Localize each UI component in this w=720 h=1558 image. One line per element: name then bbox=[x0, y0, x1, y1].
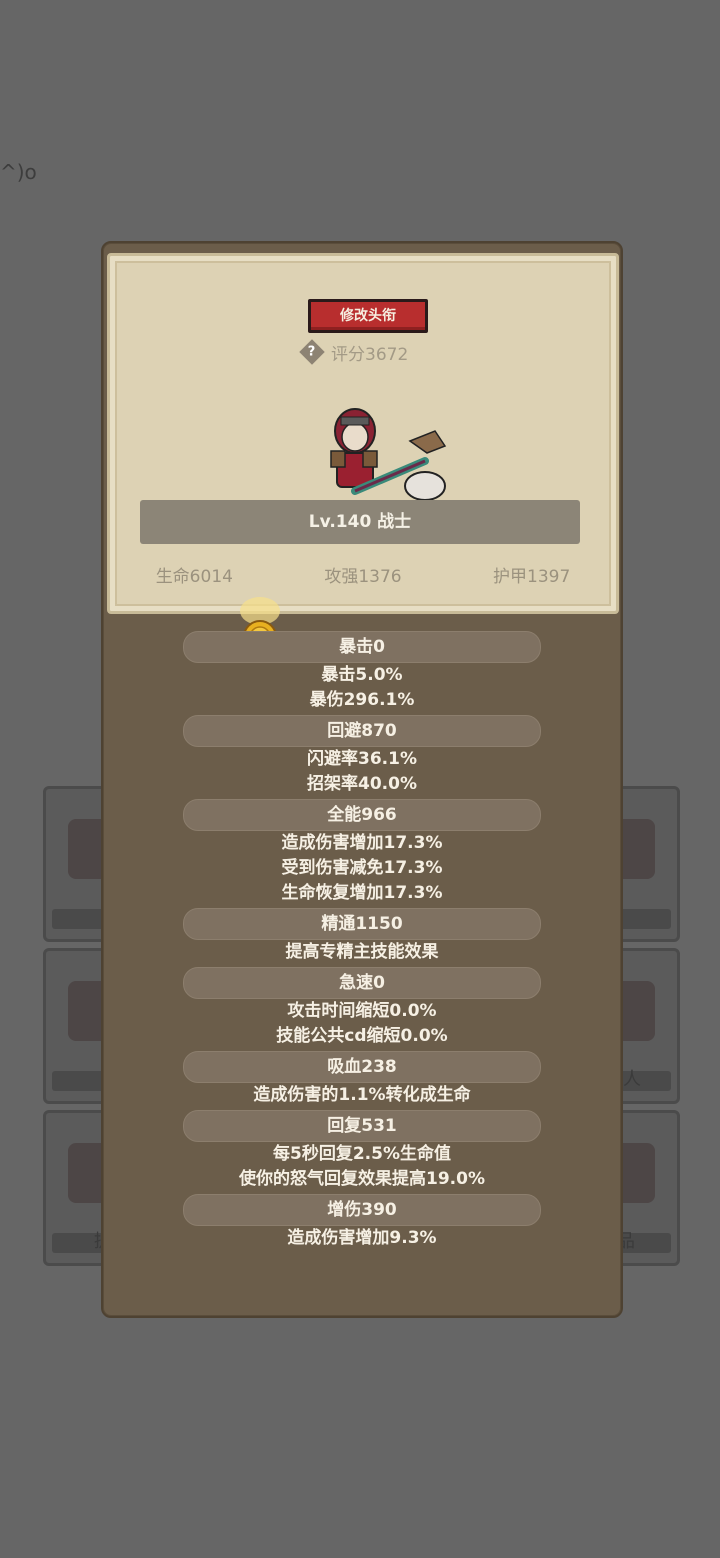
stat-armor: 护甲1397 bbox=[493, 567, 571, 587]
stat-group-regen: 回复531 每5秒回复2.5%生命值 使你的怒气回复效果提高19.0% bbox=[103, 1110, 621, 1192]
stat-group-damage-boost: 增伤390 造成伤害增加9.3% bbox=[103, 1194, 621, 1251]
stat-line: 使你的怒气回复效果提高19.0% bbox=[239, 1169, 485, 1189]
stat-line: 造成伤害增加17.3% bbox=[281, 833, 443, 853]
stat-line: 攻击时间缩短0.0% bbox=[287, 1001, 437, 1021]
stat-group-versatility: 全能966 造成伤害增加17.3% 受到伤害减免17.3% 生命恢复增加17.3… bbox=[103, 799, 621, 906]
stat-line: 每5秒回复2.5%生命值 bbox=[273, 1144, 451, 1164]
stat-list: 暴击0 暴击5.0% 暴伤296.1% 回避870 闪避率36.1% 招架率40… bbox=[103, 631, 621, 1253]
warrior-avatar bbox=[330, 408, 447, 501]
stat-line: 闪避率36.1% bbox=[307, 749, 417, 769]
stat-line: 暴击5.0% bbox=[321, 665, 403, 685]
stat-line: 提高专精主技能效果 bbox=[285, 942, 439, 962]
main-stats: 生命6014 攻强1376 护甲1397 bbox=[110, 562, 616, 587]
bg-card-text: 人 bbox=[623, 1069, 641, 1090]
stat-health: 生命6014 bbox=[155, 567, 233, 587]
stat-group-haste: 急速0 攻击时间缩短0.0% 技能公共cd缩短0.0% bbox=[103, 967, 621, 1049]
stat-line: 受到伤害减免17.3% bbox=[281, 858, 443, 878]
background-scribble: ^)o bbox=[0, 160, 37, 184]
character-card: 修改头衔 ? 评分3672 Lv.140 战士 生命6014 攻强1376 护甲… bbox=[107, 253, 619, 614]
rename-title-button[interactable]: 修改头衔 bbox=[308, 299, 428, 333]
stat-line: 生命恢复增加17.3% bbox=[281, 883, 443, 903]
stat-header-mastery: 精通1150 bbox=[183, 908, 541, 940]
stat-line: 招架率40.0% bbox=[307, 774, 417, 794]
level-class-banner: Lv.140 战士 bbox=[140, 500, 580, 544]
stat-header-regen: 回复531 bbox=[183, 1110, 541, 1142]
stat-header-crit: 暴击0 bbox=[183, 631, 541, 663]
stat-header-evade: 回避870 bbox=[183, 715, 541, 747]
stat-group-mastery: 精通1150 提高专精主技能效果 bbox=[103, 908, 621, 965]
stat-header-lifesteal: 吸血238 bbox=[183, 1051, 541, 1083]
stat-group-lifesteal: 吸血238 造成伤害的1.1%转化成生命 bbox=[103, 1051, 621, 1108]
character-stats-panel: 修改头衔 ? 评分3672 Lv.140 战士 生命6014 攻强1376 护甲… bbox=[101, 241, 623, 1318]
stat-header-versatility: 全能966 bbox=[183, 799, 541, 831]
stat-attack: 攻强1376 bbox=[324, 567, 402, 587]
stat-line: 暴伤296.1% bbox=[309, 690, 415, 710]
stat-header-damage-boost: 增伤390 bbox=[183, 1194, 541, 1226]
stat-line: 造成伤害增加9.3% bbox=[287, 1228, 437, 1248]
stat-header-haste: 急速0 bbox=[183, 967, 541, 999]
help-icon[interactable]: ? bbox=[299, 339, 325, 365]
score-value: 评分3672 bbox=[331, 344, 409, 365]
stat-line: 技能公共cd缩短0.0% bbox=[276, 1026, 448, 1046]
stat-group-crit: 暴击0 暴击5.0% 暴伤296.1% bbox=[103, 631, 621, 713]
stat-group-evade: 回避870 闪避率36.1% 招架率40.0% bbox=[103, 715, 621, 797]
stat-line: 造成伤害的1.1%转化成生命 bbox=[253, 1085, 471, 1105]
score-row: ? 评分3672 bbox=[299, 339, 409, 365]
